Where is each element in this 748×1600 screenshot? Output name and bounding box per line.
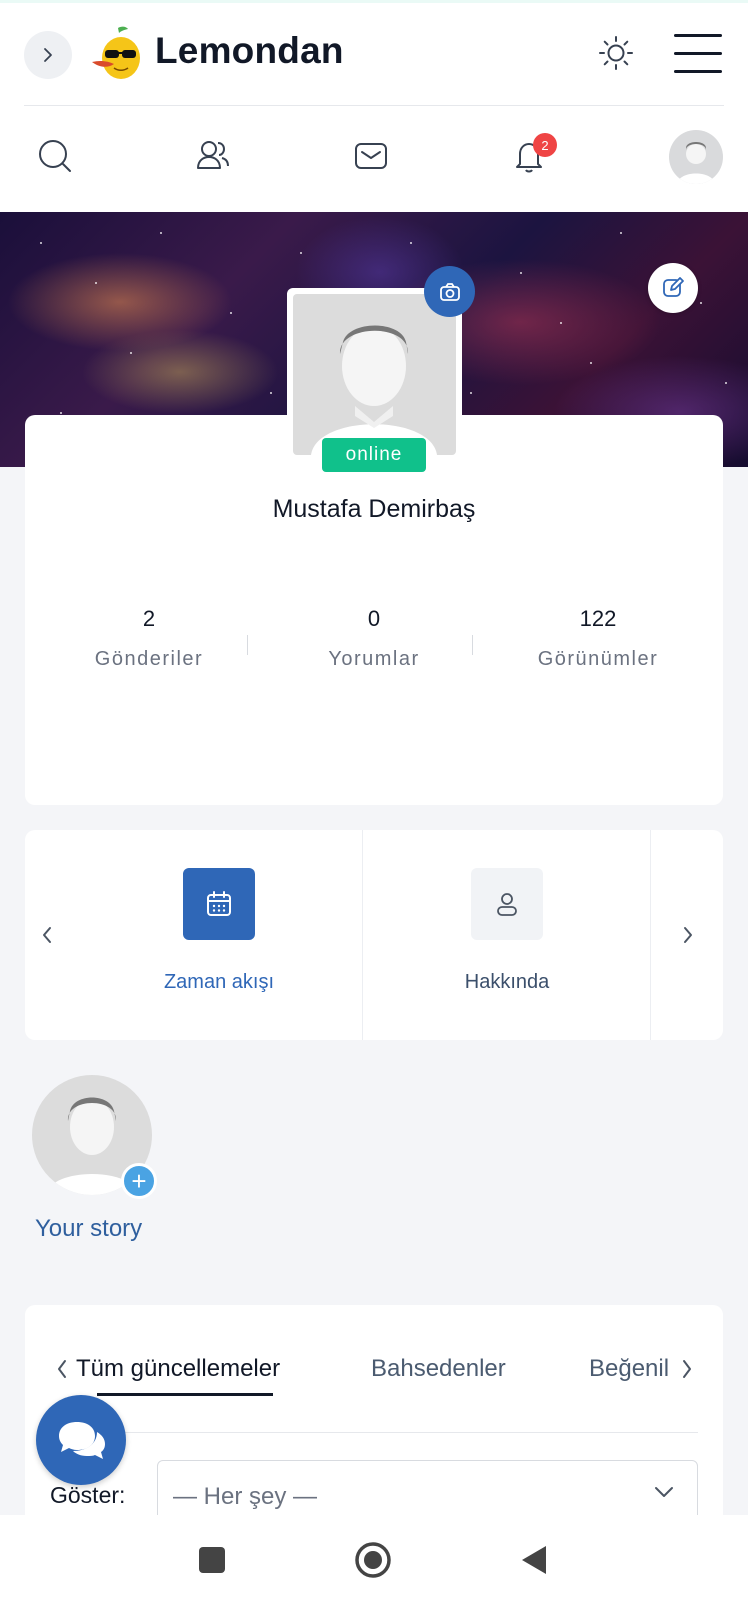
stat-label: Yorumlar [328, 648, 420, 670]
tab-timeline[interactable]: Zaman akışı [25, 830, 363, 1040]
filter-value: — Her şey — [173, 1483, 318, 1510]
sun-icon [599, 36, 633, 70]
stat-label: Gönderiler [94, 648, 204, 670]
back-icon[interactable] [514, 1540, 554, 1580]
chevron-right-icon [44, 48, 52, 62]
tab-label: Hakkında [464, 971, 550, 993]
lemon-logo[interactable] [90, 24, 146, 82]
user-icon [471, 868, 543, 940]
top-accent-line [0, 0, 748, 3]
stat-label: Görünümler [537, 648, 659, 670]
online-status-badge: online [322, 438, 426, 472]
tab-about[interactable]: Hakkında [363, 830, 651, 1040]
camera-icon [439, 282, 460, 301]
chevron-right-icon[interactable] [676, 923, 700, 947]
theme-toggle-button[interactable] [596, 33, 636, 73]
profile-name: Mustafa Demirbaş [272, 495, 476, 523]
stat-separator [472, 635, 473, 655]
chat-button[interactable] [36, 1395, 126, 1485]
stat-posts[interactable]: 2 Gönderiler [49, 606, 249, 671]
stat-separator [247, 635, 248, 655]
profile-tabs: Zaman akışı Hakkında [25, 830, 723, 1040]
system-nav-bar [0, 1515, 748, 1600]
chevron-right-icon[interactable] [680, 1358, 694, 1385]
users-icon[interactable] [193, 136, 233, 176]
profile-avatar[interactable] [287, 288, 462, 461]
notification-badge: 2 [533, 133, 557, 157]
tab-mentions[interactable]: Bahsedenler [371, 1355, 506, 1383]
tab-label: Zaman akışı [163, 971, 275, 993]
edit-cover-button[interactable] [648, 263, 698, 313]
hamburger-menu-icon[interactable] [674, 33, 724, 75]
stat-views[interactable]: 122 Görünümler [498, 606, 698, 671]
sidebar-toggle-button[interactable] [24, 31, 72, 79]
tab-all-updates[interactable]: Tüm güncellemeler [76, 1355, 280, 1383]
recent-apps-icon[interactable] [192, 1540, 232, 1580]
icon-bar: 2 [0, 106, 748, 212]
stat-value: 122 [579, 606, 617, 631]
brand-name[interactable]: Lemondan [155, 30, 344, 72]
active-tab-indicator [97, 1393, 273, 1396]
chat-bubbles-icon [59, 1422, 105, 1459]
add-story-button[interactable]: + [121, 1163, 157, 1199]
stat-value: 2 [142, 606, 156, 631]
mail-icon[interactable] [351, 136, 391, 176]
avatar[interactable] [669, 130, 723, 184]
filter-label: Göster: [50, 1482, 126, 1508]
tab-likes[interactable]: Beğenil [589, 1355, 669, 1383]
search-icon[interactable] [35, 136, 75, 176]
stat-value: 0 [367, 606, 381, 631]
feed-divider [50, 1432, 698, 1433]
chevron-left-icon[interactable] [55, 1358, 69, 1385]
chevron-down-icon [655, 1487, 673, 1497]
story-label[interactable]: Your story [35, 1215, 142, 1243]
stat-comments[interactable]: 0 Yorumlar [274, 606, 474, 671]
home-icon[interactable] [353, 1540, 393, 1580]
edit-icon [663, 277, 684, 297]
change-avatar-button[interactable] [424, 266, 475, 317]
calendar-icon [183, 868, 255, 940]
